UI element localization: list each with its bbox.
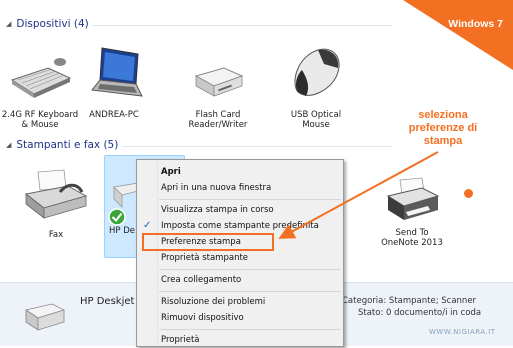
annotation-arrow [278,151,439,239]
